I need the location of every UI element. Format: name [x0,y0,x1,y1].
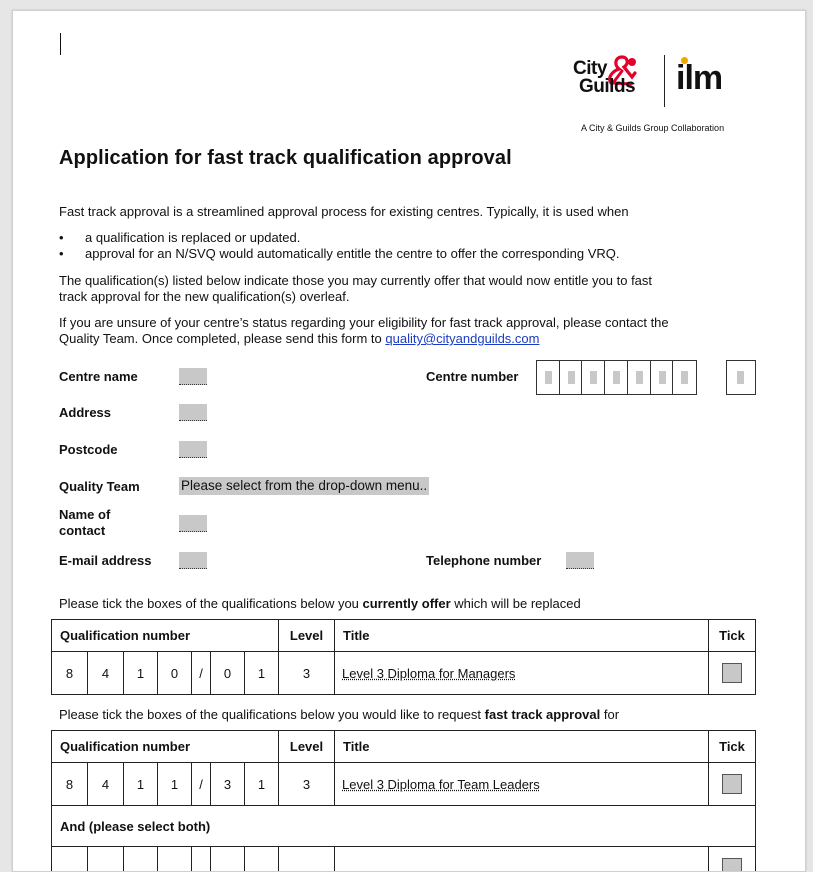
paragraph-text: Quality Team. Once completed, please sen… [59,331,385,346]
logo-ilm-text: ilm [676,61,722,95]
table-row [52,847,756,872]
address-field[interactable] [179,404,207,421]
bullet-text: approval for an N/SVQ would automaticall… [85,246,620,261]
centre-number-boxes [536,360,697,395]
paragraph-line: track approval for the new qualification… [59,289,349,305]
level-header: Level [279,731,335,763]
logo-tagline: A City & Guilds Group Collaboration [581,123,724,133]
and-select-both-label: And (please select both) [52,806,756,847]
bullet-item: •a qualification is replaced or updated. [59,230,300,246]
level-header: Level [279,620,335,652]
contact-label: Name ofcontact [59,507,110,539]
paragraph-line: If you are unsure of your centre’s statu… [59,315,669,331]
level-cell: 3 [279,652,335,695]
centre-number-digit[interactable] [673,361,696,394]
paragraph-line: Quality Team. Once completed, please sen… [59,331,539,347]
centre-number-digit[interactable] [605,361,628,394]
tick-checkbox[interactable] [722,774,742,794]
current-qualifications-table: Qualification number Level Title Tick 8 … [51,619,756,695]
bullet-item: •approval for an N/SVQ would automatical… [59,246,620,262]
tick-checkbox[interactable] [722,663,742,683]
logo-guilds-text: Guilds [579,77,635,96]
title-cell [335,847,709,872]
qual-digit: 0 [211,652,245,695]
telephone-field[interactable] [566,552,594,569]
bullet-text: a qualification is replaced or updated. [85,230,300,245]
intro-text: Fast track approval is a streamlined app… [59,204,629,220]
email-label: E-mail address [59,553,152,568]
tick-cell [709,763,756,806]
qual-digit: 1 [245,763,279,806]
table-header-row: Qualification number Level Title Tick [52,620,756,652]
qual-digit: 1 [124,652,158,695]
title-cell: Level 3 Diploma for Team Leaders [335,763,709,806]
city-guilds-ilm-logo: City Guilds ilm A City & Guilds Group Co… [573,53,743,133]
table-row: 8 4 1 1 / 3 1 3 Level 3 Diploma for Team… [52,763,756,806]
table1-instruction: Please tick the boxes of the qualificati… [59,596,581,612]
level-cell: 3 [279,763,335,806]
email-link[interactable]: quality@cityandguilds.com [385,331,539,346]
table-row: 8 4 1 0 / 0 1 3 Level 3 Diploma for Mana… [52,652,756,695]
qual-digit [124,847,158,872]
title-header: Title [335,731,709,763]
centre-number-check-digit[interactable] [727,361,755,394]
document-page: City Guilds ilm A City & Guilds Group Co… [12,10,806,872]
document-title: Application for fast track qualification… [59,147,512,170]
contact-name-field[interactable] [179,515,207,532]
table2-instruction: Please tick the boxes of the qualificati… [59,707,619,723]
title-cell: Level 3 Diploma for Managers [335,652,709,695]
qual-digit [158,847,192,872]
qual-digit: 3 [211,763,245,806]
qual-digit: 4 [88,652,124,695]
qual-digit: 1 [158,763,192,806]
qual-digit: 0 [158,652,192,695]
qualification-number-header: Qualification number [52,620,279,652]
qualification-title: Level 3 Diploma for Team Leaders [342,777,540,792]
qual-digit: 4 [88,763,124,806]
tick-header: Tick [709,620,756,652]
centre-number-digit[interactable] [537,361,560,394]
centre-number-digit[interactable] [582,361,605,394]
tick-cell [709,847,756,872]
and-row: And (please select both) [52,806,756,847]
qual-slash: / [192,652,211,695]
postcode-field[interactable] [179,441,207,458]
qual-digit: 1 [245,652,279,695]
centre-number-label: Centre number [426,369,518,384]
qual-digit [52,847,88,872]
quality-team-label: Quality Team [59,479,140,494]
tick-cell [709,652,756,695]
qual-digit [245,847,279,872]
qualification-number-header: Qualification number [52,731,279,763]
quality-team-dropdown[interactable]: Please select from the drop-down menu.. [179,477,429,495]
tick-checkbox[interactable] [722,858,742,872]
fast-track-qualifications-table: Qualification number Level Title Tick 8 … [51,730,756,872]
tick-header: Tick [709,731,756,763]
centre-number-check-box [726,360,756,395]
email-field[interactable] [179,552,207,569]
postcode-label: Postcode [59,442,118,457]
telephone-label: Telephone number [426,553,541,568]
table-header-row: Qualification number Level Title Tick [52,731,756,763]
centre-name-field[interactable] [179,368,207,385]
centre-number-digit[interactable] [628,361,651,394]
paragraph-line: The qualification(s) listed below indica… [59,273,652,289]
qual-slash [192,847,211,872]
level-cell [279,847,335,872]
centre-number-digit[interactable] [651,361,674,394]
qual-slash: / [192,763,211,806]
qual-digit [88,847,124,872]
centre-number-digit[interactable] [560,361,583,394]
title-header: Title [335,620,709,652]
qual-digit: 8 [52,652,88,695]
qual-digit: 8 [52,763,88,806]
qual-digit: 1 [124,763,158,806]
logo-divider [664,55,665,107]
address-label: Address [59,405,111,420]
qual-digit [211,847,245,872]
centre-name-label: Centre name [59,369,138,384]
text-cursor [60,33,61,55]
qualification-title: Level 3 Diploma for Managers [342,666,515,681]
